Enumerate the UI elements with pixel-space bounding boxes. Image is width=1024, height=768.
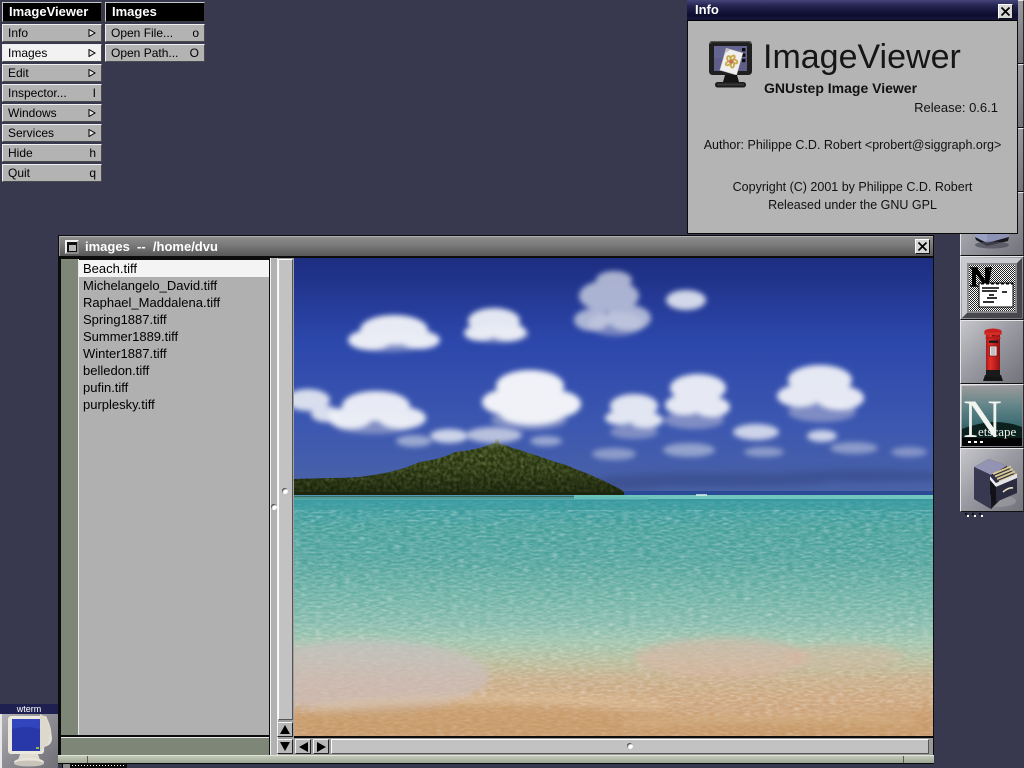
svg-text:etscape: etscape	[978, 424, 1016, 439]
